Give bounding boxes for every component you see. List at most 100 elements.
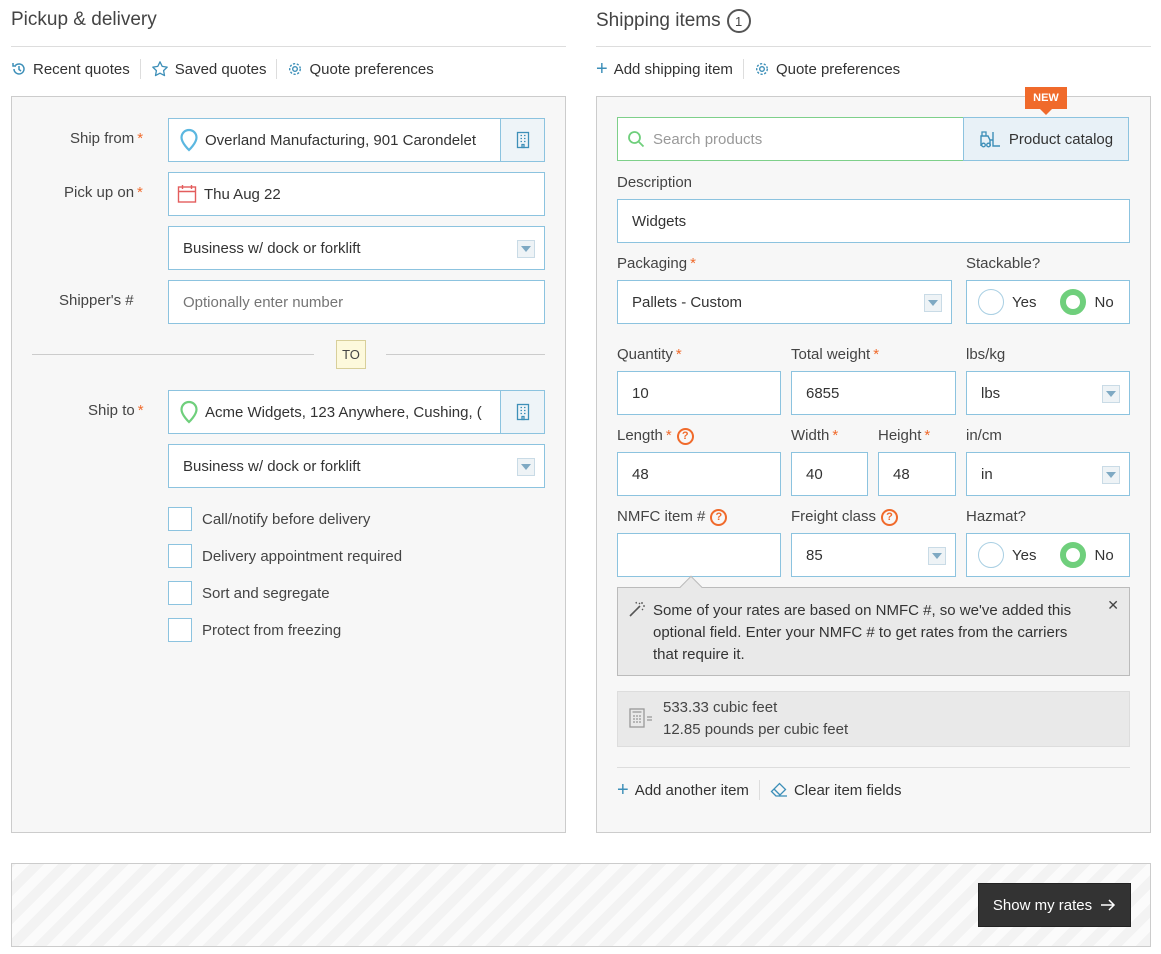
quantity-input[interactable]: 10 [617, 371, 781, 415]
option-label: Call/notify before delivery [202, 510, 371, 528]
option-sort-segregate[interactable]: Sort and segregate [168, 581, 330, 605]
shipping-quote-preferences-link[interactable]: Quote preferences [754, 61, 900, 78]
help-icon[interactable]: ? [710, 508, 728, 526]
height-value: 48 [893, 465, 910, 483]
gear-icon [289, 62, 302, 76]
height-input[interactable]: 48 [878, 452, 956, 496]
to-divider-left [32, 354, 314, 355]
length-label: Length *? [617, 427, 694, 445]
chevron-down-icon [517, 240, 535, 258]
to-divider-right [386, 354, 545, 355]
shipping-title-divider [596, 46, 1151, 47]
packaging-value: Pallets - Custom [632, 293, 743, 311]
weight-unit-select[interactable]: lbs [966, 371, 1130, 415]
help-icon[interactable]: ? [676, 427, 694, 445]
weight-unit-value: lbs [981, 384, 1001, 402]
arrow-right-icon [1101, 899, 1116, 911]
toolbar-separator [276, 59, 278, 79]
building-icon [516, 403, 529, 421]
add-another-item-link[interactable]: + Add another item [617, 779, 749, 801]
packaging-label: Packaging * [617, 255, 696, 272]
history-icon [12, 63, 25, 75]
saved-quotes-link[interactable]: Saved quotes [151, 60, 266, 78]
address-book-button[interactable] [500, 119, 544, 161]
chevron-down-icon [928, 547, 946, 565]
hazmat-yes-radio[interactable] [978, 542, 1004, 568]
show-rates-button[interactable]: Show my rates [978, 883, 1131, 927]
ship-to-input[interactable]: Acme Widgets, 123 Anywhere, Cushing, ( [168, 390, 545, 434]
product-catalog-button[interactable]: Product catalog [963, 117, 1129, 161]
length-value: 48 [632, 465, 649, 483]
plus-icon: + [617, 779, 629, 801]
stackable-label: Stackable? [966, 255, 1041, 272]
stackable-no-radio[interactable] [1060, 289, 1087, 315]
pickup-location-type-select[interactable]: Business w/ dock or forklift [168, 226, 545, 270]
stackable-yes-radio[interactable] [978, 289, 1004, 315]
description-label: Description [617, 174, 693, 191]
freight-class-select[interactable]: 85 [791, 533, 956, 577]
ship-from-value: Overland Manufacturing, 901 Carondelet [205, 131, 476, 149]
add-shipping-item-link[interactable]: + Add shipping item [596, 59, 733, 79]
checkbox[interactable] [168, 507, 192, 531]
chevron-down-icon [1102, 385, 1120, 403]
clear-item-fields-label: Clear item fields [793, 781, 902, 799]
quote-preferences-label: Quote preferences [309, 60, 434, 78]
close-icon[interactable]: ✕ [1107, 597, 1119, 614]
ship-from-input[interactable]: Overland Manufacturing, 901 Carondelet [168, 118, 545, 162]
option-delivery-appointment[interactable]: Delivery appointment required [168, 544, 402, 568]
calculation-box: 533.33 cubic feet 12.85 pounds per cubic… [617, 691, 1130, 747]
nmfc-input[interactable] [617, 533, 781, 577]
address-book-button[interactable] [500, 391, 544, 433]
recent-quotes-label: Recent quotes [33, 60, 130, 78]
add-shipping-item-label: Add shipping item [613, 60, 733, 78]
packaging-select[interactable]: Pallets - Custom [617, 280, 952, 324]
chevron-down-icon [517, 458, 535, 476]
show-rates-label: Show my rates [992, 896, 1093, 914]
total-weight-input[interactable]: 6855 [791, 371, 956, 415]
gear-icon [755, 62, 768, 76]
location-pin-icon [180, 128, 198, 152]
delivery-location-type-select[interactable]: Business w/ dock or forklift [168, 444, 545, 488]
total-weight-label: Total weight * [791, 346, 880, 363]
height-label: Height * [878, 427, 931, 444]
dimension-unit-select[interactable]: in [966, 452, 1130, 496]
shipper-number-label: Shipper's # [59, 292, 134, 309]
option-protect-freezing[interactable]: Protect from freezing [168, 618, 341, 642]
length-input[interactable]: 48 [617, 452, 781, 496]
search-icon [628, 131, 645, 148]
shipping-items-title: Shipping items [596, 10, 721, 31]
item-actions-divider [617, 767, 1130, 768]
shipper-number-input[interactable] [168, 280, 545, 324]
to-badge: TO [336, 340, 366, 369]
option-call-notify[interactable]: Call/notify before delivery [168, 507, 370, 531]
option-label: Delivery appointment required [202, 547, 403, 565]
hazmat-radio-group: Yes No [966, 533, 1130, 577]
hazmat-no-radio[interactable] [1060, 542, 1087, 568]
pickup-quote-preferences-link[interactable]: Quote preferences [287, 60, 434, 78]
search-placeholder: Search products [653, 130, 763, 148]
clear-item-fields-link[interactable]: Clear item fields [770, 781, 902, 799]
item-actions-toolbar: + Add another item Clear item fields [617, 779, 901, 801]
checkbox[interactable] [168, 618, 192, 642]
location-pin-icon [180, 400, 198, 424]
calendar-icon [177, 185, 197, 203]
ship-from-label: Ship from * [70, 130, 144, 147]
building-icon [516, 131, 529, 149]
magic-wand-icon [629, 601, 645, 617]
add-another-item-label: Add another item [634, 781, 749, 799]
product-search-input[interactable]: Search products [617, 117, 964, 161]
recent-quotes-link[interactable]: Recent quotes [11, 61, 130, 78]
pick-up-date-input[interactable]: Thu Aug 22 [168, 172, 545, 216]
description-value: Widgets [632, 212, 687, 230]
cubic-feet-value: 533.33 cubic feet [663, 699, 778, 716]
density-value: 12.85 pounds per cubic feet [663, 721, 849, 738]
quantity-value: 10 [632, 384, 649, 402]
help-icon[interactable]: ? [881, 508, 899, 526]
description-input[interactable]: Widgets [617, 199, 1130, 243]
option-label: Protect from freezing [202, 621, 342, 639]
new-badge: NEW [1025, 87, 1067, 109]
checkbox[interactable] [168, 581, 192, 605]
width-input[interactable]: 40 [791, 452, 868, 496]
toolbar-separator [758, 780, 760, 800]
checkbox[interactable] [168, 544, 192, 568]
